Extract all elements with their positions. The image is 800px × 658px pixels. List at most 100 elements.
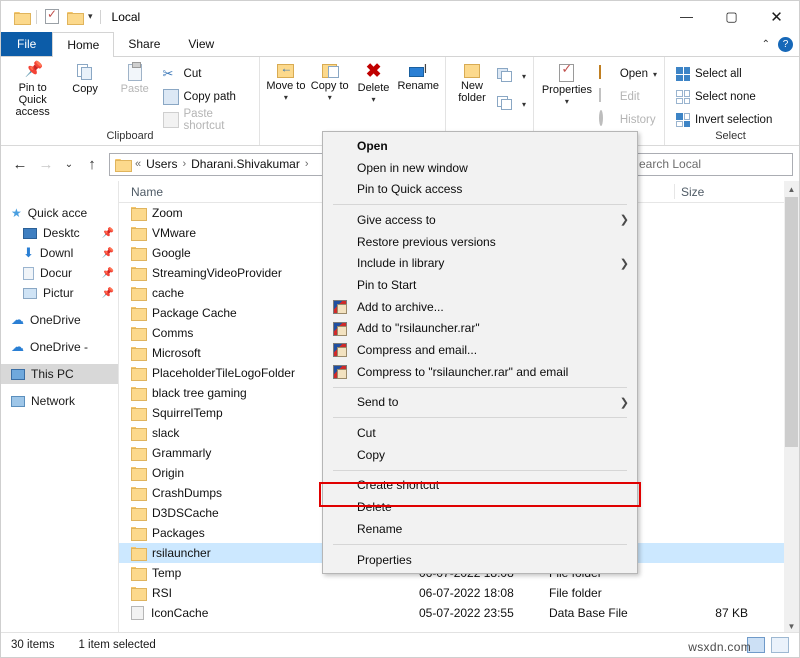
context-menu-item[interactable]: Rename <box>323 518 637 540</box>
sidebar-item-quick-access[interactable]: ★ Quick acce <box>1 203 118 223</box>
sidebar-item-onedrive[interactable]: ☁ OneDrive <box>1 310 118 330</box>
column-header-size[interactable]: Size <box>674 184 764 199</box>
table-row[interactable]: IconCache 05-07-2022 23:55 Data Base File 8… <box>119 603 799 623</box>
breadcrumb-users[interactable]: Users <box>146 157 177 171</box>
ribbon-tabs: File Home Share View ⌃ ? <box>1 32 799 57</box>
move-to-button[interactable]: Move to ▾ <box>264 60 308 104</box>
context-menu-item[interactable]: Open <box>323 135 637 157</box>
folder-icon <box>131 247 147 261</box>
tab-share[interactable]: Share <box>114 32 174 56</box>
qat-properties-icon[interactable] <box>41 6 63 28</box>
search-input[interactable]: earch Local <box>633 152 793 176</box>
context-menu-item-label: Properties <box>357 552 412 567</box>
breadcrumb-chevron-2[interactable]: › <box>305 158 309 170</box>
context-menu-item-label: Open <box>357 138 388 153</box>
context-menu-item[interactable]: Pin to Quick access <box>323 178 637 200</box>
sidebar-item-documents[interactable]: Docur 📌 <box>1 263 118 283</box>
edit-button[interactable]: Edit <box>596 87 660 107</box>
minimize-button[interactable]: — <box>664 1 709 32</box>
select-all-button[interactable]: Select all <box>673 64 775 84</box>
qat-chevron-down-icon[interactable]: ▾ <box>85 11 96 22</box>
recent-locations-button[interactable]: ⌄ <box>59 151 79 177</box>
back-button[interactable]: ← <box>7 151 33 177</box>
properties-button[interactable]: Properties ▾ <box>538 60 596 108</box>
new-item-button[interactable]: ▾ <box>494 66 529 86</box>
copy-to-button[interactable]: Copy to ▾ <box>308 60 352 104</box>
properties-chevron-down-icon[interactable]: ▾ <box>565 96 569 108</box>
large-icons-view-icon[interactable] <box>771 637 789 653</box>
file-name-label: rsilauncher <box>152 546 211 560</box>
easy-access-button[interactable]: ▾ <box>494 94 529 114</box>
delete-button[interactable]: ✖ Delete ▾ <box>352 60 396 106</box>
sidebar-item-this-pc[interactable]: This PC <box>1 364 118 384</box>
help-icon[interactable]: ? <box>778 36 793 52</box>
sidebar-item-pictures[interactable]: Pictur 📌 <box>1 283 118 303</box>
pin-to-quick-access-button[interactable]: 📌 Pin to Quick access <box>5 60 60 118</box>
context-menu-item-label: Send to <box>357 395 399 410</box>
move-to-chevron-down-icon[interactable]: ▾ <box>284 92 288 104</box>
context-menu-item[interactable]: Open in new window <box>323 157 637 179</box>
collapse-ribbon-icon[interactable]: ⌃ <box>762 39 770 50</box>
table-row[interactable]: RSI 06-07-2022 18:08 File folder <box>119 583 799 603</box>
tab-view[interactable]: View <box>174 32 228 56</box>
context-menu-item[interactable]: Include in library ❯ <box>323 252 637 274</box>
context-menu-item[interactable]: Cut <box>323 422 637 444</box>
context-menu-item[interactable]: Delete <box>323 496 637 518</box>
sidebar-item-downloads[interactable]: ⬇ Downl 📌 <box>1 243 118 263</box>
forward-button[interactable]: → <box>33 151 59 177</box>
sidebar-item-desktop[interactable]: Desktc 📌 <box>1 223 118 243</box>
context-menu-separator <box>333 469 627 471</box>
context-menu-item[interactable]: Add to "rsilauncher.rar" <box>323 318 637 340</box>
context-menu-item[interactable]: Create shortcut <box>323 475 637 497</box>
history-button[interactable]: History <box>596 110 660 130</box>
context-menu-item[interactable]: Send to ❯ <box>323 392 637 414</box>
delete-chevron-down-icon[interactable]: ▾ <box>372 94 376 106</box>
breadcrumb-chevron-1[interactable]: › <box>182 158 186 170</box>
open-chevron-down-icon[interactable]: ▾ <box>653 70 657 79</box>
context-menu-item[interactable]: Compress to "rsilauncher.rar" and email <box>323 361 637 383</box>
qat-new-folder-icon[interactable] <box>63 6 85 28</box>
tab-home[interactable]: Home <box>52 32 115 57</box>
paste-shortcut-button[interactable]: Paste shortcut <box>160 108 256 132</box>
sidebar-item-onedrive-business[interactable]: ☁ OneDrive - <box>1 337 118 357</box>
context-menu-item[interactable]: Pin to Start <box>323 274 637 296</box>
close-button[interactable]: ✕ <box>754 1 799 32</box>
breadcrumb-user[interactable]: Dharani.Shivakumar <box>191 157 300 171</box>
history-icon <box>598 110 615 128</box>
copy-to-chevron-down-icon[interactable]: ▾ <box>328 92 332 104</box>
context-menu-item[interactable]: Copy <box>323 444 637 466</box>
cut-button[interactable]: ✂ Cut <box>160 64 256 84</box>
folder-icon <box>131 587 147 601</box>
breadcrumb-overflow[interactable]: « <box>135 158 141 170</box>
qat-folder-icon[interactable] <box>10 6 32 28</box>
easy-access-chevron-down-icon[interactable]: ▾ <box>522 100 526 109</box>
copy-button[interactable]: Copy <box>60 60 110 95</box>
rename-icon <box>409 63 427 78</box>
select-all-icon <box>676 67 690 81</box>
open-button[interactable]: Open ▾ <box>596 64 660 84</box>
history-label: History <box>619 114 656 126</box>
copy-path-button[interactable]: Copy path <box>160 87 256 107</box>
new-item-chevron-down-icon[interactable]: ▾ <box>522 72 526 81</box>
sidebar-item-network[interactable]: Network <box>1 391 118 411</box>
paste-button[interactable]: Paste <box>110 60 160 95</box>
rename-button[interactable]: Rename <box>395 60 441 92</box>
file-name-label: Temp <box>152 566 182 580</box>
maximize-button[interactable]: ▢ <box>709 1 754 32</box>
context-menu-item[interactable]: Restore previous versions <box>323 231 637 253</box>
invert-selection-button[interactable]: Invert selection <box>673 110 775 130</box>
properties-label: Properties <box>541 84 592 96</box>
up-button[interactable]: ↑ <box>79 151 105 177</box>
context-menu-item[interactable]: Compress and email... <box>323 339 637 361</box>
select-none-button[interactable]: Select none <box>673 87 775 107</box>
ribbon-group-select-label: Select <box>715 130 746 142</box>
scroll-up-icon[interactable]: ▲ <box>784 181 799 197</box>
file-name-label: StreamingVideoProvider <box>152 266 282 280</box>
context-menu-item[interactable]: Add to archive... <box>323 296 637 318</box>
scrollbar-thumb[interactable] <box>785 197 798 447</box>
file-list-scrollbar[interactable]: ▲ ▼ <box>784 181 799 634</box>
new-folder-button[interactable]: New folder <box>450 60 494 104</box>
tab-file[interactable]: File <box>1 32 53 56</box>
context-menu-item[interactable]: Give access to ❯ <box>323 209 637 231</box>
context-menu-item[interactable]: Properties <box>323 549 637 571</box>
